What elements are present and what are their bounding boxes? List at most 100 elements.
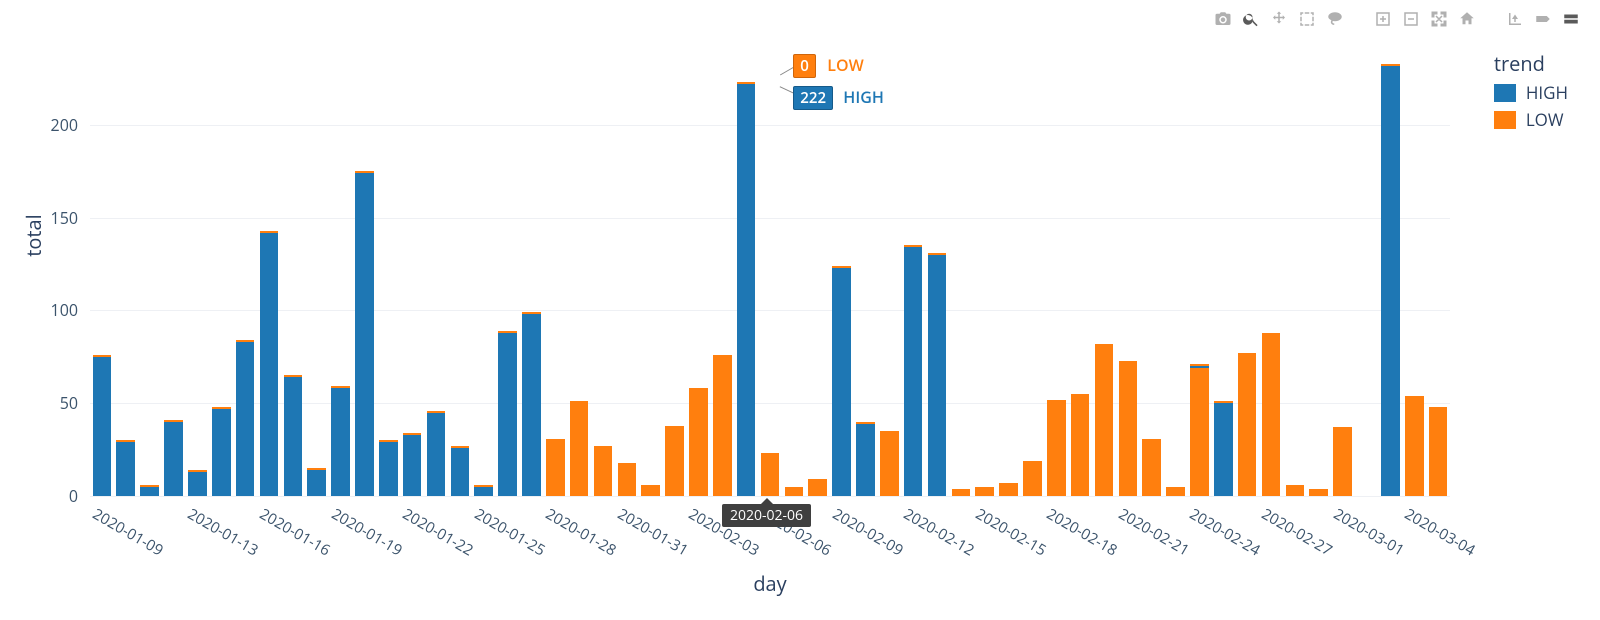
bar-high[interactable] (307, 470, 326, 496)
camera-icon[interactable] (1214, 10, 1232, 28)
legend-swatch-high (1494, 84, 1516, 102)
bar-low[interactable] (618, 463, 637, 496)
bar-low[interactable] (1166, 487, 1185, 496)
bar-high[interactable] (236, 342, 255, 496)
bar-high[interactable] (331, 388, 350, 496)
zoom-icon[interactable] (1242, 10, 1260, 28)
legend-item-low[interactable]: LOW (1494, 108, 1568, 131)
autoscale-icon[interactable] (1430, 10, 1448, 28)
bar-low[interactable] (1047, 400, 1066, 496)
x-tick: 2020-01-16 (256, 504, 334, 560)
x-tick: 2020-02-15 (972, 504, 1050, 560)
bar-high[interactable] (928, 255, 947, 496)
bar-low[interactable] (594, 446, 613, 496)
bar-high[interactable] (427, 413, 446, 496)
bar-low[interactable] (641, 485, 660, 496)
bar-high[interactable] (284, 377, 303, 496)
bar-high[interactable] (212, 409, 231, 496)
bar-low[interactable] (1142, 439, 1161, 497)
legend-swatch-low (1494, 111, 1516, 129)
x-tick: 2020-03-04 (1401, 504, 1479, 560)
zoom-in-icon[interactable] (1374, 10, 1392, 28)
bar-low[interactable] (689, 388, 708, 496)
bar-high[interactable] (379, 442, 398, 496)
bar-high[interactable] (260, 233, 279, 496)
bar-low[interactable] (808, 479, 827, 496)
bar-low[interactable] (1333, 427, 1352, 496)
bar-high[interactable] (451, 448, 470, 496)
x-tick: 2020-02-27 (1258, 504, 1336, 560)
bar-low[interactable] (1119, 361, 1138, 496)
gridline (90, 310, 1450, 311)
bar-high[interactable] (498, 333, 517, 496)
bar-low[interactable] (952, 489, 971, 496)
box-select-icon[interactable] (1298, 10, 1316, 28)
zoom-out-icon[interactable] (1402, 10, 1420, 28)
bar-high[interactable] (93, 357, 112, 496)
x-tick: 2020-01-22 (399, 504, 477, 560)
x-tick: 2020-02-18 (1043, 504, 1121, 560)
bar-high[interactable] (856, 424, 875, 496)
legend-item-high[interactable]: HIGH (1494, 81, 1568, 104)
bar-low[interactable] (1190, 368, 1209, 496)
hover-value-low: 0 (793, 54, 816, 78)
bar-high[interactable] (904, 247, 923, 496)
bar-high[interactable] (1214, 403, 1233, 496)
bar-high[interactable] (737, 84, 756, 496)
hover-label-low: LOW (827, 54, 863, 76)
y-axis-label: total (20, 214, 47, 256)
bar-low[interactable] (785, 487, 804, 496)
y-tick: 50 (0, 392, 78, 414)
bar-low[interactable] (570, 401, 589, 496)
bar-high[interactable] (832, 268, 851, 496)
bar-high[interactable] (164, 422, 183, 496)
bar-low[interactable] (665, 426, 684, 497)
bar-high[interactable] (355, 173, 374, 496)
bar-low[interactable] (546, 439, 565, 497)
bar-low[interactable] (1286, 485, 1305, 496)
bar-high[interactable] (1381, 66, 1400, 496)
x-tick: 2020-02-24 (1186, 504, 1264, 560)
bar-high[interactable] (474, 487, 493, 496)
x-tick: 2020-01-19 (328, 504, 406, 560)
hover-label-high: HIGH (843, 86, 884, 108)
bar-low[interactable] (713, 355, 732, 496)
x-tick: 2020-01-09 (89, 504, 167, 560)
x-tick: 2020-02-09 (829, 504, 907, 560)
y-tick: 0 (0, 485, 78, 507)
gridline (90, 218, 1450, 219)
bar-high[interactable] (522, 314, 541, 496)
bar-low[interactable] (1023, 461, 1042, 496)
bar-high[interactable] (188, 472, 207, 496)
bar-high[interactable] (403, 435, 422, 496)
legend-label-low: LOW (1526, 108, 1564, 131)
lasso-icon[interactable] (1326, 10, 1344, 28)
pan-icon[interactable] (1270, 10, 1288, 28)
y-tick: 200 (0, 114, 78, 136)
bar-low[interactable] (1238, 353, 1257, 496)
bar-low[interactable] (1429, 407, 1448, 496)
bar-low[interactable] (1071, 394, 1090, 496)
x-tick: 2020-01-28 (542, 504, 620, 560)
bar-low[interactable] (999, 483, 1018, 496)
legend-title: trend (1494, 50, 1568, 77)
home-icon[interactable] (1458, 10, 1476, 28)
bar-low[interactable] (975, 487, 994, 496)
bar-low[interactable] (1309, 489, 1328, 496)
bar-low[interactable] (880, 431, 899, 496)
x-tick: 2020-01-25 (471, 504, 549, 560)
bar-low[interactable] (1405, 396, 1424, 496)
bar-low[interactable] (1095, 344, 1114, 496)
hover-closest-icon[interactable] (1534, 10, 1552, 28)
bar-high[interactable] (140, 487, 159, 496)
bar-low[interactable] (1262, 333, 1281, 496)
hover-value-high: 222 (793, 86, 833, 110)
bar-low[interactable] (761, 453, 780, 496)
spike-lines-icon[interactable] (1506, 10, 1524, 28)
hover-compare-icon[interactable] (1562, 10, 1580, 28)
bar-high[interactable] (116, 442, 135, 496)
legend: trend HIGH LOW (1494, 50, 1568, 131)
x-tick: 2020-01-31 (614, 504, 692, 560)
plot-area[interactable] (90, 60, 1450, 496)
plotly-toolbar (1214, 10, 1580, 28)
